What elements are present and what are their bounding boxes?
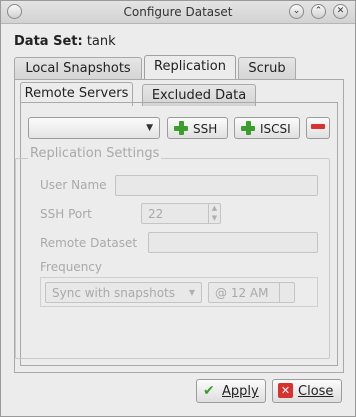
remove-icon	[311, 124, 325, 129]
add-icon	[240, 120, 256, 136]
configure-dataset-window: Configure Dataset ⌄ ⌃ ✕ Data Set: tank L…	[0, 0, 356, 417]
ssh-port-value: 22	[148, 207, 164, 221]
decrement-icon[interactable]: ▼	[208, 214, 220, 224]
add-ssh-button[interactable]: SSH	[167, 117, 228, 139]
add-iscsi-button[interactable]: ISCSI	[234, 117, 300, 139]
chevron-down-icon: ▼	[146, 123, 153, 133]
ssh-port-stepper[interactable]: 22 ▲ ▼	[141, 203, 221, 224]
user-name-field[interactable]	[115, 175, 318, 196]
close-window-button[interactable]: ✕	[333, 4, 348, 19]
close-icon: ✕	[278, 383, 293, 398]
user-name-label: User Name	[40, 178, 107, 192]
ssh-port-label: SSH Port	[40, 207, 92, 221]
frequency-select[interactable]: Sync with snapshots ▼	[45, 282, 202, 303]
title-bar[interactable]: Configure Dataset ⌄ ⌃ ✕	[1, 1, 355, 24]
add-iscsi-label: ISCSI	[260, 122, 291, 136]
remove-server-button[interactable]	[306, 117, 330, 139]
dataset-label: Data Set:	[14, 34, 83, 49]
tab-scrub[interactable]: Scrub	[238, 57, 296, 80]
apply-button[interactable]: ✔ Apply	[196, 379, 266, 403]
dataset-row: Data Set: tank	[14, 34, 116, 49]
increment-icon[interactable]: ▲	[208, 204, 220, 214]
add-icon	[173, 120, 189, 136]
time-value: @ 12 AM	[215, 286, 269, 300]
server-select[interactable]: ▼	[28, 117, 160, 139]
tab-local-snapshots[interactable]: Local Snapshots	[14, 57, 142, 80]
apply-label: Apply	[222, 384, 259, 399]
maximize-button[interactable]: ⌃	[311, 4, 326, 19]
time-field[interactable]: @ 12 AM	[208, 282, 295, 303]
add-ssh-label: SSH	[193, 122, 218, 136]
replication-settings-title: Replication Settings	[28, 146, 162, 161]
close-label: Close	[298, 384, 334, 399]
frequency-label: Frequency	[40, 260, 102, 274]
time-spinner[interactable]	[279, 283, 294, 302]
remote-dataset-field[interactable]	[148, 232, 318, 253]
close-button[interactable]: ✕ Close	[272, 379, 342, 403]
minimize-button[interactable]: ⌄	[289, 4, 304, 19]
tab-replication[interactable]: Replication	[144, 55, 236, 80]
frequency-value: Sync with snapshots	[52, 286, 175, 300]
checkmark-icon: ✔	[203, 383, 215, 399]
remote-dataset-label: Remote Dataset	[40, 236, 138, 250]
chevron-down-icon: ▼	[188, 288, 195, 297]
dataset-value: tank	[86, 34, 116, 49]
